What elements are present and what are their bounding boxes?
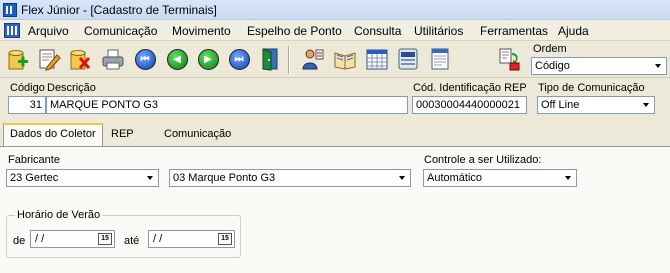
edit-icon [39,49,61,71]
tab-dados-do-coletor[interactable]: Dados do Coletor [3,123,103,146]
de-date-value: / / [35,233,45,245]
tab-strip: Dados do Coletor REP Comunicação [0,123,670,147]
title-bar: Flex Júnior - [Cadastro de Terminais] [0,0,670,20]
print-icon [102,49,124,70]
book-button[interactable] [332,46,358,72]
app-icon [3,3,17,17]
fabricante-select[interactable]: 23 Gertec [6,169,159,187]
controle-select[interactable]: Automático [423,169,577,187]
tipo-comunicacao-select[interactable]: Off Line [537,96,655,114]
de-date-field[interactable]: / / 15 [30,230,115,248]
ate-date-field[interactable]: / / 15 [148,230,235,248]
terminal-button[interactable] [395,46,421,72]
mdi-window-icon[interactable] [4,23,20,38]
toolbar-separator [288,46,290,74]
descricao-label: Descrição [47,82,96,94]
controle-label: Controle a ser Utilizado: [424,154,542,166]
horario-verao-title: Horário de Verão [15,209,103,221]
chevron-down-icon[interactable] [394,171,409,185]
ordem-label: Ordem [533,43,567,55]
sync-button[interactable] [497,46,523,72]
menu-espelho-de-ponto[interactable]: Espelho de Ponto [247,24,342,38]
delete-button[interactable] [66,46,92,72]
calendar-grid-button[interactable] [364,46,390,72]
calendar-grid-icon [366,49,388,70]
first-record-icon: ⏮ [134,48,156,70]
codigo-label: Código [10,82,45,94]
menu-arquivo[interactable]: Arquivo [28,24,69,38]
delete-icon [70,50,91,70]
calendar-icon[interactable]: 15 [98,233,112,245]
calendar-icon[interactable]: 15 [218,233,232,245]
last-record-button[interactable]: ⏭ [226,46,252,72]
tipo-comunicacao-label: Tipo de Comunicação [538,82,645,94]
sync-icon [499,48,520,71]
codigo-field[interactable]: 31 [8,96,46,114]
first-record-button[interactable]: ⏮ [132,46,158,72]
menu-consulta[interactable]: Consulta [354,24,401,38]
descricao-field[interactable]: MARQUE PONTO G3 [46,96,408,114]
ate-label: até [124,235,140,247]
tipo-comunicacao-value: Off Line [541,99,580,111]
next-record-button[interactable]: ▶ [195,46,221,72]
chevron-down-icon[interactable] [650,59,665,73]
window-title: Flex Júnior - [Cadastro de Terminais] [21,3,217,17]
ordem-value: Código [535,60,570,72]
menu-bar: Arquivo Comunicação Movimento Espelho de… [0,20,670,41]
previous-record-icon: ◀ [166,48,188,70]
menu-comunicacao[interactable]: Comunicação [84,24,157,38]
cod-rep-field[interactable]: 00030004440000021 [412,96,527,114]
exit-door-icon [262,48,278,71]
add-icon [8,50,28,70]
chevron-down-icon[interactable] [560,171,575,185]
ordem-select[interactable]: Código [531,57,667,75]
modelo-select[interactable]: 03 Marque Ponto G3 [169,169,411,187]
ate-date-value: / / [153,233,163,245]
chevron-down-icon[interactable] [142,171,157,185]
fabricante-label: Fabricante [8,154,60,166]
document-button[interactable] [427,46,453,72]
modelo-value: 03 Marque Ponto G3 [173,172,276,184]
edit-button[interactable] [36,46,62,72]
terminal-icon [398,48,418,70]
book-icon [334,52,356,70]
chevron-down-icon[interactable] [638,98,653,112]
previous-record-button[interactable]: ◀ [164,46,190,72]
menu-ferramentas[interactable]: Ferramentas [480,24,548,38]
user-access-icon [302,49,324,70]
menu-movimento[interactable]: Movimento [172,24,231,38]
exit-button[interactable] [257,46,283,72]
menu-ajuda[interactable]: Ajuda [558,24,589,38]
controle-value: Automático [427,172,483,184]
de-label: de [13,235,26,247]
document-icon [431,48,449,70]
print-button[interactable] [100,46,126,72]
next-record-icon: ▶ [197,48,219,70]
add-button[interactable] [4,46,30,72]
fabricante-value: 23 Gertec [10,172,59,184]
last-record-icon: ⏭ [228,48,250,70]
tab-rep[interactable]: REP [105,125,140,145]
tab-comunicacao[interactable]: Comunicação [158,125,237,145]
user-access-button[interactable] [300,46,326,72]
menu-utilitarios[interactable]: Utilitários [414,24,463,38]
cod-rep-label: Cód. Identificação REP [413,82,527,94]
